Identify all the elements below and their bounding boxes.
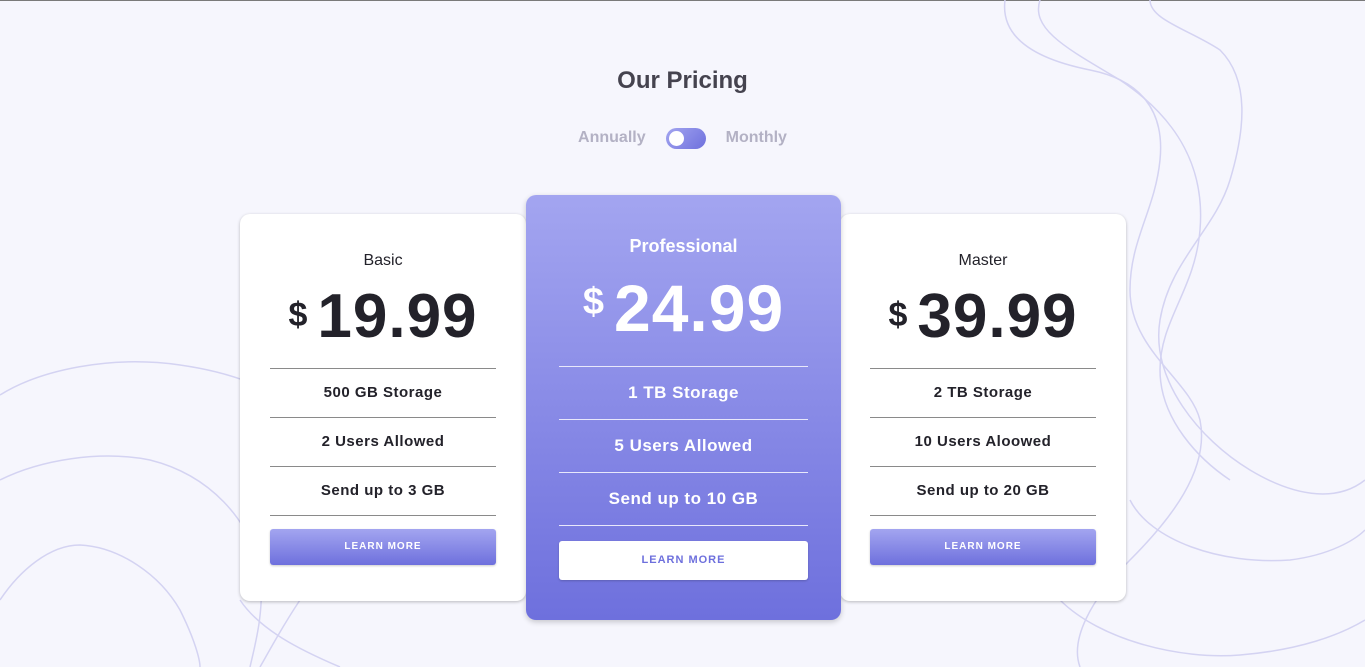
- feature-list: 2 TB Storage 10 Users Aloowed Send up to…: [870, 368, 1096, 516]
- annually-label[interactable]: Annually: [578, 129, 646, 147]
- plan-price: $ 19.99: [240, 284, 526, 350]
- plan-name: Professional: [629, 236, 738, 256]
- currency-symbol: $: [582, 281, 604, 323]
- plan-price: $ 24.99: [526, 273, 841, 343]
- price-amount: 19.99: [317, 282, 478, 351]
- feature-item: 500 GB Storage: [270, 369, 496, 418]
- feature-item: 10 Users Aloowed: [870, 418, 1096, 467]
- learn-more-button-basic[interactable]: LEARN MORE: [270, 529, 496, 565]
- price-amount: 24.99: [613, 271, 785, 345]
- currency-symbol: $: [888, 296, 908, 334]
- feature-item: 1 TB Storage: [559, 367, 808, 420]
- pricing-card-basic: Basic $ 19.99 500 GB Storage 2 Users All…: [240, 214, 526, 601]
- page-title: Our Pricing: [617, 67, 748, 94]
- billing-period-switch[interactable]: [665, 127, 706, 149]
- learn-more-button-master[interactable]: LEARN MORE: [870, 529, 1096, 565]
- feature-item: 5 Users Allowed: [559, 420, 808, 473]
- learn-more-button-professional[interactable]: LEARN MORE: [559, 541, 808, 580]
- feature-item: 2 Users Allowed: [270, 418, 496, 467]
- feature-list: 1 TB Storage 5 Users Allowed Send up to …: [559, 366, 808, 526]
- feature-item: Send up to 20 GB: [870, 467, 1096, 516]
- feature-list: 500 GB Storage 2 Users Allowed Send up t…: [270, 368, 496, 516]
- feature-item: Send up to 3 GB: [270, 467, 496, 516]
- billing-toggle-row: Annually Monthly: [0, 126, 1365, 150]
- price-amount: 39.99: [917, 282, 1078, 351]
- pricing-card-professional: Professional $ 24.99 1 TB Storage 5 User…: [526, 195, 841, 620]
- feature-item: Send up to 10 GB: [559, 473, 808, 526]
- switch-knob: [668, 130, 684, 146]
- plan-name: Basic: [363, 252, 403, 269]
- plan-name: Master: [958, 252, 1008, 269]
- feature-item: 2 TB Storage: [870, 369, 1096, 418]
- monthly-label[interactable]: Monthly: [726, 129, 787, 147]
- currency-symbol: $: [288, 296, 308, 334]
- plan-price: $ 39.99: [840, 284, 1126, 350]
- pricing-card-master: Master $ 39.99 2 TB Storage 10 Users Alo…: [840, 214, 1126, 601]
